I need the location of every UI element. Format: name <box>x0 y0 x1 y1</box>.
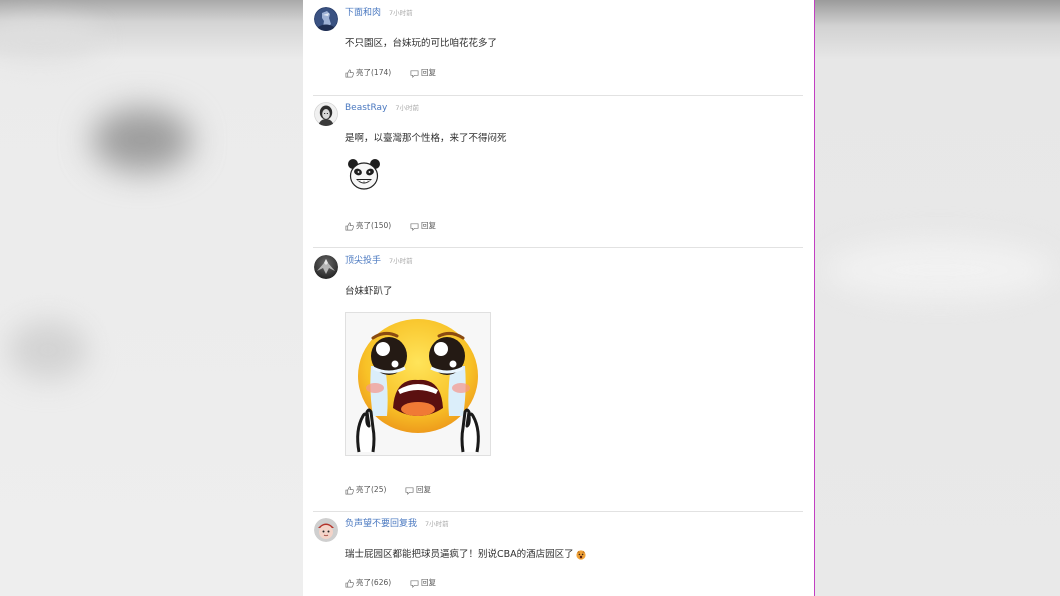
reply-button[interactable]: 回复 <box>410 578 436 588</box>
user-avatar[interactable] <box>314 102 338 126</box>
comment-actions: 亮了(25) 回复 <box>345 485 545 495</box>
like-button[interactable]: 亮了(626) <box>345 578 391 588</box>
comment-actions: 亮了(174) 回复 <box>345 68 545 78</box>
user-avatar[interactable] <box>314 7 338 31</box>
reply-icon <box>410 222 419 231</box>
blurred-background-right <box>815 0 1060 596</box>
comment-item: 负声望不要回复我 7小时前 瑞士屁园区都能把球员逼疯了！别说CBA的酒店园区了 … <box>303 516 814 594</box>
panda-meme-sticker <box>345 155 383 193</box>
reply-label: 回复 <box>421 578 436 587</box>
username-link[interactable]: 下面和肉 <box>345 8 381 18</box>
comment-item: 顶尖投手 7小时前 台妹虾趴了 亮了(25) 回复 <box>303 253 814 509</box>
comment-item: 下面和肉 7小时前 不只園区，台妹玩的可比咱花花多了 亮了(174) 回复 <box>303 5 814 93</box>
comment-time: 7小时前 <box>425 520 449 528</box>
comment-item: BeastRay 7小时前 是啊，以臺灣那个性格，来了不得闷死 亮了(150) … <box>303 100 814 245</box>
comment-actions: 亮了(150) 回复 <box>345 221 545 231</box>
comment-text: 瑞士屁园区都能把球员逼疯了！别说CBA的酒店园区了 <box>345 549 586 560</box>
comment-text: 不只園区，台妹玩的可比咱花花多了 <box>345 38 497 49</box>
comment-time: 7小时前 <box>395 104 419 112</box>
dark-blue-figure-avatar-icon <box>314 7 338 31</box>
like-button[interactable]: 亮了(25) <box>345 485 386 495</box>
comment-divider <box>313 247 803 248</box>
reply-button[interactable]: 回复 <box>410 221 436 231</box>
comment-actions: 亮了(626) 回复 <box>345 578 545 588</box>
like-count: 亮了(150) <box>356 221 392 230</box>
shocked-face-emoji-icon <box>576 549 586 560</box>
like-button[interactable]: 亮了(174) <box>345 68 391 78</box>
comment-text: 台妹虾趴了 <box>345 286 393 297</box>
username-link[interactable]: BeastRay <box>345 103 387 113</box>
thumbs-up-icon <box>345 69 354 77</box>
crying-face-sticker <box>345 312 491 456</box>
grayscale-portrait-avatar-icon <box>314 102 338 126</box>
reply-icon <box>405 486 414 495</box>
user-avatar[interactable] <box>314 518 338 542</box>
reply-button[interactable]: 回复 <box>410 68 436 78</box>
comment-text-body: 不只園区，台妹玩的可比咱花花多了 <box>345 38 498 49</box>
dark-silhouette-avatar-icon <box>314 255 338 279</box>
reply-label: 回复 <box>421 221 436 230</box>
user-avatar[interactable] <box>314 255 338 279</box>
comment-text-body: 瑞士屁园区都能把球员逼疯了！别说CBA的酒店园区了 <box>345 549 574 560</box>
username-link[interactable]: 顶尖投手 <box>345 256 381 266</box>
comment-time: 7小时前 <box>389 9 413 17</box>
comment-list: 下面和肉 7小时前 不只園区，台妹玩的可比咱花花多了 亮了(174) 回复 Be… <box>303 0 814 596</box>
thumbs-up-icon <box>345 486 354 494</box>
reply-icon <box>410 579 419 588</box>
crying-face-icon <box>345 312 491 456</box>
accent-border-line <box>814 0 815 596</box>
like-count: 亮了(25) <box>356 485 387 494</box>
blurred-background-left <box>0 0 303 596</box>
thumbs-up-icon <box>345 579 354 587</box>
cartoon-avatar-icon <box>314 518 338 542</box>
like-count: 亮了(626) <box>356 578 392 587</box>
comment-text: 是啊，以臺灣那个性格，来了不得闷死 <box>345 133 507 144</box>
comment-divider <box>313 95 803 96</box>
comment-text-body: 台妹虾趴了 <box>345 286 393 297</box>
comment-divider <box>313 511 803 512</box>
comment-text-body: 是啊，以臺灣那个性格，来了不得闷死 <box>345 133 507 144</box>
reply-label: 回复 <box>421 68 436 77</box>
reply-label: 回复 <box>416 485 431 494</box>
panda-meme-icon <box>345 155 383 193</box>
comment-time: 7小时前 <box>389 257 413 265</box>
thumbs-up-icon <box>345 222 354 230</box>
like-button[interactable]: 亮了(150) <box>345 221 391 231</box>
reply-button[interactable]: 回复 <box>405 485 431 495</box>
like-count: 亮了(174) <box>356 68 392 77</box>
reply-icon <box>410 69 419 78</box>
username-link[interactable]: 负声望不要回复我 <box>345 519 417 529</box>
